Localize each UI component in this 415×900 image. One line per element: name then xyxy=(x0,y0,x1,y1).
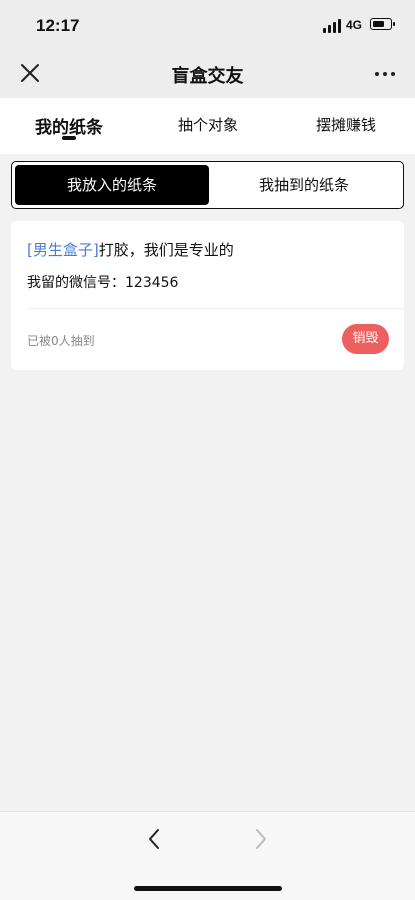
note-card: [男生盒子]打胶，我们是专业的 我留的微信号：123456 已被0人抽到 销毁 xyxy=(11,221,404,370)
bottom-navigation xyxy=(0,811,415,900)
destroy-button[interactable]: 销毁 xyxy=(342,324,389,354)
top-tabs: 我的纸条 抽个对象 摆摊赚钱 xyxy=(0,98,415,154)
notes-segment-control: 我放入的纸条 我抽到的纸条 xyxy=(11,161,404,209)
chevron-left-icon[interactable] xyxy=(143,827,165,851)
tab-my-notes[interactable]: 我的纸条 xyxy=(35,113,103,138)
draw-count: 已被0人抽到 xyxy=(27,334,95,348)
title-bar: 盲盒交友 xyxy=(0,50,415,98)
status-time: 12:17 xyxy=(36,16,80,35)
page-title: 盲盒交友 xyxy=(171,66,244,87)
wechat-info: 我留的微信号：123456 xyxy=(27,275,179,291)
note-content: [男生盒子]打胶，我们是专业的 xyxy=(27,239,234,260)
status-bar: 12:17 4G xyxy=(0,0,415,50)
battery-level xyxy=(373,21,384,27)
battery-icon xyxy=(370,18,395,30)
tab-draw-partner[interactable]: 抽个对象 xyxy=(178,114,238,135)
network-type: 4G xyxy=(346,18,363,32)
segment-put-in-notes[interactable]: 我放入的纸条 xyxy=(15,165,209,205)
active-tab-indicator xyxy=(62,136,76,140)
signal-bars-icon xyxy=(323,19,343,33)
box-tag: [男生盒子] xyxy=(27,241,99,259)
more-dots-icon[interactable] xyxy=(372,62,398,84)
home-indicator xyxy=(134,886,282,891)
note-message: 打胶，我们是专业的 xyxy=(98,241,234,259)
tab-earn-money[interactable]: 摆摊赚钱 xyxy=(316,114,376,135)
card-divider xyxy=(27,308,404,309)
chevron-right-icon[interactable] xyxy=(250,827,272,851)
segment-drawn-notes[interactable]: 我抽到的纸条 xyxy=(209,165,399,205)
